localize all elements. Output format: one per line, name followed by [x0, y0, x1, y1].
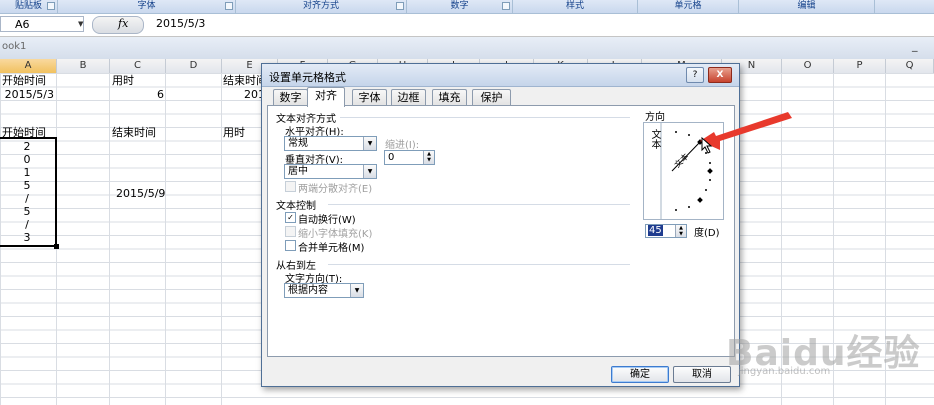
shrink-to-fit-label: 缩小字体填充(K): [298, 229, 373, 240]
ribbon-group-clipboard[interactable]: 贴贴板: [0, 0, 58, 13]
ribbon-group-editing[interactable]: 编辑: [739, 0, 875, 13]
ribbon-group-number[interactable]: 数字: [407, 0, 513, 13]
column-header-a[interactable]: A: [0, 59, 57, 73]
ribbon-group-label: 单元格: [674, 1, 702, 11]
cell-c1[interactable]: 用时: [112, 74, 134, 87]
chevron-down-icon: ▼: [363, 165, 376, 178]
ribbon-group-alignment[interactable]: 对齐方式: [236, 0, 407, 13]
tab-number[interactable]: 数字: [273, 89, 308, 106]
justify-distributed-label: 两端分散对齐(E): [298, 184, 373, 195]
cancel-button[interactable]: 取消: [673, 366, 731, 383]
dialog-title-bar[interactable]: 设置单元格格式 ? X: [262, 64, 739, 87]
cell-a1[interactable]: 开始时间: [2, 74, 46, 87]
merge-cells-checkbox[interactable]: [285, 240, 296, 251]
orientation-vertical-label: 文本: [649, 129, 660, 149]
annotation-arrow-icon: [700, 112, 792, 154]
text-direction-select[interactable]: 根据内容 ▼: [284, 283, 364, 298]
tab-alignment[interactable]: 对齐: [307, 87, 345, 107]
dialog-launcher-icon[interactable]: [47, 2, 55, 10]
dialog-title: 设置单元格格式: [269, 71, 346, 84]
ribbon-group-label: 数字: [450, 1, 469, 11]
vertical-align-value: 居中: [288, 166, 308, 177]
tab-border[interactable]: 边框: [391, 89, 426, 106]
text-direction-value: 根据内容: [288, 285, 328, 296]
horizontal-align-select[interactable]: 常规 ▼: [284, 136, 377, 151]
ribbon-group-label: 编辑: [797, 1, 816, 11]
text-control-group-label: 文本控制: [276, 201, 316, 212]
grid-line: [165, 73, 166, 405]
wrap-text-checkbox[interactable]: ✓: [285, 212, 296, 223]
chevron-down-icon[interactable]: ▼: [78, 16, 88, 32]
cell-c2[interactable]: 6: [110, 88, 164, 101]
cell-c5[interactable]: 结束时间: [112, 126, 156, 139]
formula-input[interactable]: 2015/5/3: [156, 16, 205, 32]
dialog-launcher-icon[interactable]: [396, 2, 404, 10]
workbook-title: ook1: [2, 41, 27, 52]
column-header-d[interactable]: D: [166, 59, 222, 73]
tab-protection[interactable]: 保护: [472, 89, 511, 106]
tab-font[interactable]: 字体: [352, 89, 387, 106]
chevron-down-icon: ▼: [363, 137, 376, 150]
ribbon-group-label: 字体: [137, 1, 156, 11]
indent-value: 0: [388, 152, 395, 163]
dialog-launcher-icon[interactable]: [225, 2, 233, 10]
column-header-o[interactable]: O: [782, 59, 834, 73]
group-divider: [340, 117, 630, 118]
column-header-b[interactable]: B: [57, 59, 110, 73]
cell-e5[interactable]: 用时: [223, 126, 245, 139]
vertical-align-select[interactable]: 居中 ▼: [284, 164, 377, 179]
grid-line: [109, 73, 110, 405]
spinner-arrows-icon[interactable]: ▲ ▼: [675, 225, 686, 237]
cell-selection: [0, 137, 57, 247]
ribbon-group-label: 对齐方式: [302, 1, 339, 11]
function-icon[interactable]: fx: [118, 16, 128, 32]
ribbon-group-cells[interactable]: 单元格: [638, 0, 739, 13]
chevron-down-icon: ▼: [350, 284, 363, 297]
orientation-label: 方向: [645, 112, 665, 123]
name-box[interactable]: A6: [0, 16, 84, 32]
cell-a2[interactable]: 2015/5/3: [0, 88, 54, 101]
spinner-arrows-icon[interactable]: ▲ ▼: [423, 151, 434, 164]
ribbon-group-bar: 贴贴板 字体 对齐方式 数字 样式 单元格 编辑: [0, 0, 934, 14]
horizontal-align-value: 常规: [288, 138, 308, 149]
grid-line: [221, 73, 222, 405]
shrink-to-fit-checkbox[interactable]: [285, 226, 296, 237]
justify-distributed-checkbox[interactable]: [285, 181, 296, 192]
fill-handle[interactable]: [54, 244, 59, 249]
degrees-label: 度(D): [694, 228, 720, 239]
ribbon-group-label: 样式: [565, 1, 584, 11]
dialog-launcher-icon[interactable]: [502, 2, 510, 10]
merge-cells-label: 合并单元格(M): [298, 243, 365, 254]
workbook-title-bar: ook1 _: [0, 37, 934, 60]
formula-bar: A6 ▼ fx 2015/5/3: [0, 14, 934, 37]
group-divider: [328, 204, 630, 205]
group-divider: [328, 264, 630, 265]
ribbon-group-styles[interactable]: 样式: [513, 0, 638, 13]
degrees-input[interactable]: 45 ▲ ▼: [645, 224, 687, 238]
ribbon-group-font[interactable]: 字体: [58, 0, 236, 13]
cell-c6[interactable]: 2015/5/9: [116, 187, 165, 200]
orientation-preview-text: 文本: [672, 151, 690, 169]
column-header-p[interactable]: P: [834, 59, 886, 73]
ribbon-group-label: 贴贴板: [14, 1, 42, 11]
tab-fill[interactable]: 填充: [432, 89, 467, 106]
degrees-value: 45: [648, 225, 663, 236]
watermark-url: jingyan.baidu.com: [738, 366, 831, 377]
indent-spinner[interactable]: 0 ▲ ▼: [384, 150, 435, 165]
minimize-icon[interactable]: _: [912, 39, 918, 52]
wrap-text-label: 自动换行(W): [298, 215, 356, 226]
indent-label: 缩进(I):: [385, 140, 420, 151]
help-button[interactable]: ?: [686, 67, 704, 83]
ok-button[interactable]: 确定: [611, 366, 669, 383]
column-header-c[interactable]: C: [110, 59, 166, 73]
orientation-vertical-text[interactable]: 文本: [648, 129, 660, 153]
close-button[interactable]: X: [708, 67, 732, 83]
format-cells-dialog: 设置单元格格式 ? X 数字 对齐 字体 边框 填充 保护 文本对齐方式 水平对…: [261, 63, 740, 387]
column-header-q[interactable]: Q: [886, 59, 934, 73]
